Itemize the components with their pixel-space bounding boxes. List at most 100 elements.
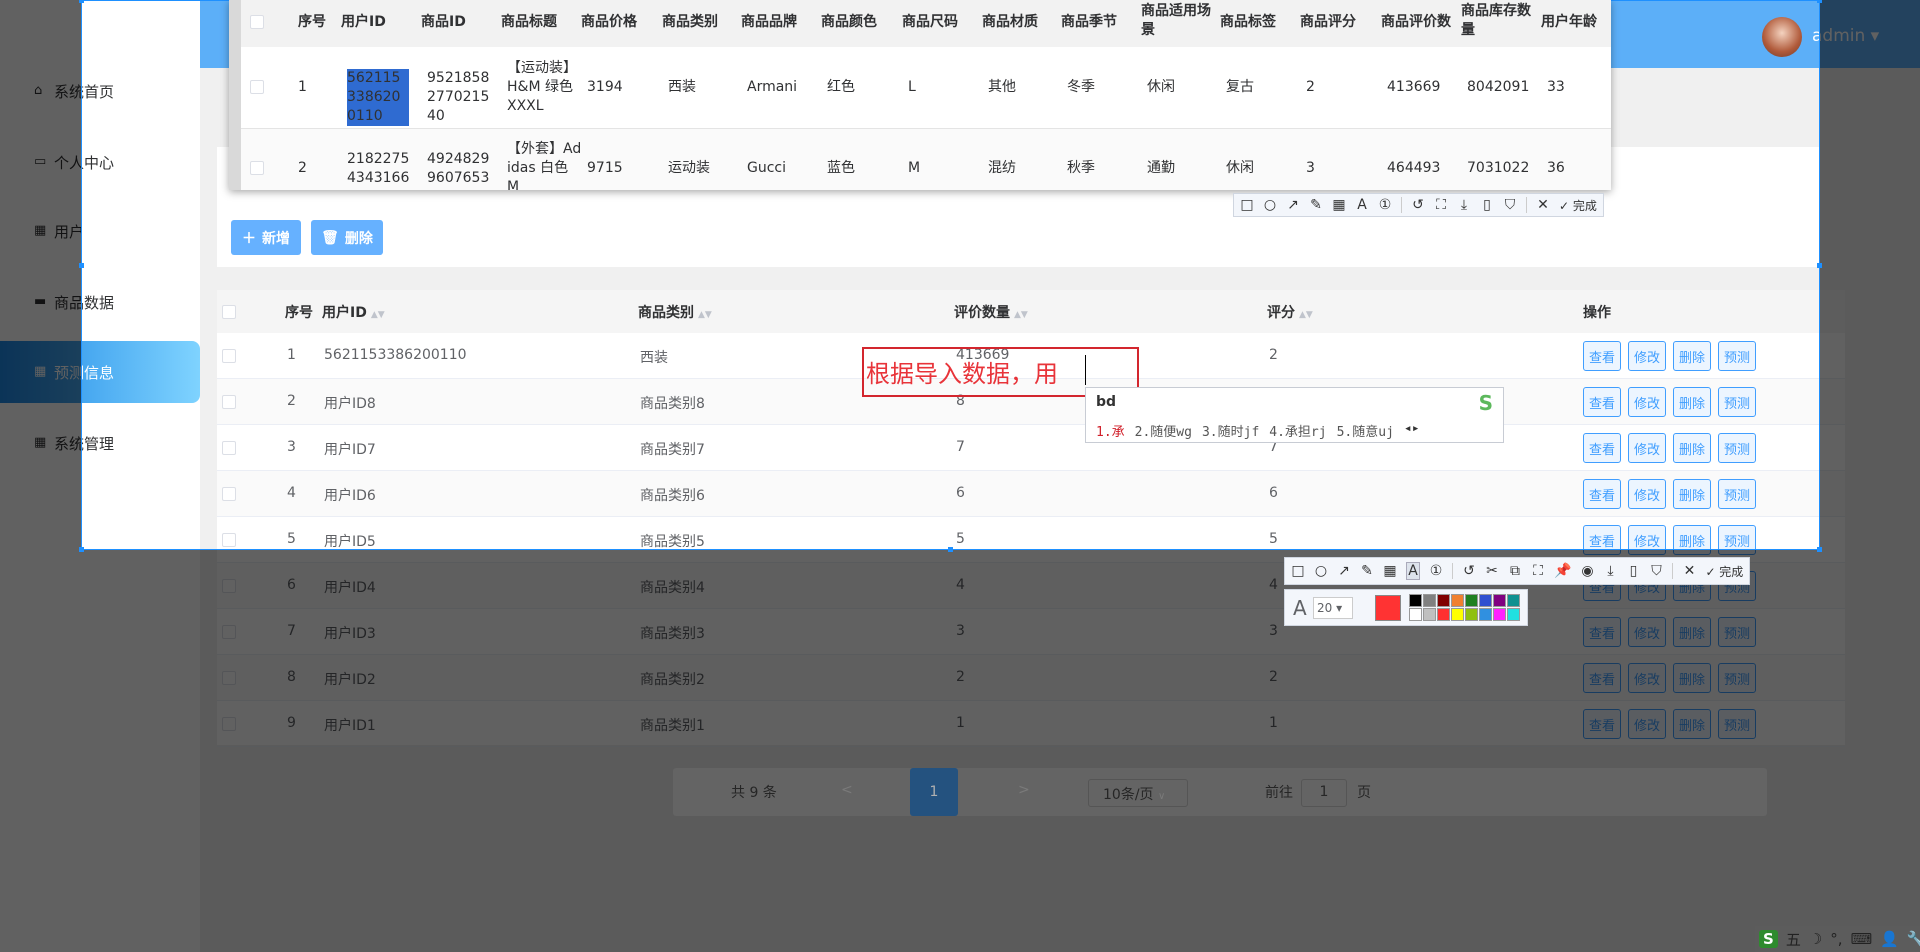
edit-button[interactable]: 修改 — [1628, 617, 1666, 647]
ime-candidate[interactable]: 4.承担rj — [1269, 421, 1326, 440]
tool-icon[interactable]: ⛉ — [1503, 197, 1517, 213]
cell: 2 — [1306, 79, 1315, 95]
cell: 33 — [1547, 79, 1565, 95]
palette-swatch[interactable] — [1423, 594, 1436, 607]
view-button[interactable]: 查看 — [1583, 663, 1621, 693]
annotation-text[interactable]: 根据导入数据，用 — [866, 354, 1058, 389]
edit-button[interactable]: 修改 — [1628, 663, 1666, 693]
tool-icon[interactable]: ✕ — [1682, 563, 1696, 579]
page-unit: 页 — [1357, 785, 1371, 801]
page-size-select[interactable]: 10条/页 ∨ — [1088, 779, 1188, 807]
tool-icon[interactable]: ✕ — [1536, 197, 1550, 213]
palette-swatch[interactable] — [1465, 608, 1478, 621]
tray-icon[interactable]: S — [1759, 930, 1778, 948]
font-size-select[interactable]: 20 ▾ — [1313, 597, 1353, 619]
palette-swatch[interactable] — [1493, 608, 1506, 621]
tray-icon[interactable]: ☽ — [1809, 930, 1822, 948]
ime-candidate[interactable]: 2.随便wg — [1135, 421, 1192, 440]
tool-icon[interactable]: A — [1406, 562, 1420, 580]
column-header: 商品标签 — [1220, 14, 1276, 30]
palette-swatch[interactable] — [1437, 594, 1450, 607]
tool-icon[interactable]: ◉ — [1580, 563, 1594, 579]
tool-icon[interactable]: ▦ — [1332, 197, 1346, 213]
done-button[interactable]: ✓ 完成 — [1705, 563, 1743, 580]
tool-icon[interactable]: ⛉ — [1649, 563, 1663, 579]
palette-swatch[interactable] — [1507, 594, 1520, 607]
palette-swatch[interactable] — [1409, 594, 1422, 607]
user-menu[interactable]: admin ▾ — [1812, 26, 1879, 46]
tray-icon[interactable]: 👤 — [1880, 930, 1899, 948]
row-checkbox[interactable] — [250, 161, 264, 175]
tool-icon[interactable]: ⤓ — [1457, 197, 1471, 213]
tool-icon[interactable]: ✂ — [1485, 563, 1499, 579]
tool-icon[interactable]: □ — [1240, 197, 1254, 213]
tool-icon[interactable]: ✎ — [1309, 197, 1323, 213]
tool-icon[interactable]: ⤓ — [1603, 563, 1617, 579]
tool-icon[interactable]: ⛶ — [1434, 197, 1448, 213]
current-color[interactable] — [1375, 595, 1401, 621]
tool-icon[interactable]: ⧉ — [1508, 563, 1522, 579]
palette-swatch[interactable] — [1507, 608, 1520, 621]
row-checkbox[interactable] — [222, 671, 236, 685]
ime-next-page-icon[interactable]: ◂▸ — [1404, 421, 1420, 440]
page-1[interactable]: 1 — [910, 768, 958, 816]
done-button[interactable]: ✓ 完成 — [1559, 197, 1597, 214]
predict-button[interactable]: 预测 — [1718, 663, 1756, 693]
tool-icon[interactable]: A — [1355, 197, 1369, 213]
view-button[interactable]: 查看 — [1583, 709, 1621, 739]
cell: 3 — [1269, 623, 1278, 639]
tool-icon[interactable]: ▯ — [1626, 563, 1640, 579]
tool-icon[interactable]: ↗ — [1337, 563, 1351, 579]
tool-icon[interactable]: □ — [1291, 563, 1305, 579]
palette-swatch[interactable] — [1479, 608, 1492, 621]
ime-candidate[interactable]: 1.承 — [1096, 421, 1125, 440]
view-button[interactable]: 查看 — [1583, 617, 1621, 647]
palette-swatch[interactable] — [1437, 608, 1450, 621]
tool-icon[interactable]: ○ — [1314, 563, 1328, 579]
column-header: 商品类别 — [662, 14, 718, 30]
cell: 36 — [1547, 160, 1565, 176]
palette-swatch[interactable] — [1493, 594, 1506, 607]
predict-button[interactable]: 预测 — [1718, 617, 1756, 647]
row-checkbox[interactable] — [250, 80, 264, 94]
palette-swatch[interactable] — [1451, 608, 1464, 621]
tool-icon[interactable]: ○ — [1263, 197, 1277, 213]
tool-icon[interactable]: ▦ — [1383, 563, 1397, 579]
delete-button[interactable]: 删除 — [1673, 663, 1711, 693]
tool-icon[interactable]: 📌 — [1554, 563, 1571, 579]
palette-swatch[interactable] — [1409, 608, 1422, 621]
tray-icon[interactable]: ⌨ — [1851, 930, 1873, 948]
tool-icon[interactable]: ⛶ — [1531, 563, 1545, 579]
palette-swatch[interactable] — [1451, 594, 1464, 607]
delete-button[interactable]: 删除 — [1673, 709, 1711, 739]
cell: 464493 — [1387, 160, 1441, 176]
prev-page[interactable]: < — [841, 782, 853, 798]
tray-icon[interactable]: 🔧 — [1907, 930, 1920, 948]
column-header: 商品颜色 — [821, 14, 877, 30]
ime-candidate[interactable]: 5.随意uj — [1337, 421, 1394, 440]
tool-icon[interactable]: ① — [1429, 563, 1443, 579]
tool-icon[interactable]: ↺ — [1411, 197, 1425, 213]
palette-swatch[interactable] — [1465, 594, 1478, 607]
grid-icon: ▦ — [34, 435, 47, 450]
tool-icon[interactable]: ✎ — [1360, 563, 1374, 579]
delete-button[interactable]: 删除 — [1673, 617, 1711, 647]
predict-button[interactable]: 预测 — [1718, 709, 1756, 739]
pinned-table-screenshot[interactable]: 序号 用户ID 商品ID 商品标题 商品价格 商品类别 商品品牌 商品颜色 商品尺码 商品材质 商品… — [229, 0, 1611, 190]
tool-icon[interactable]: ▯ — [1480, 197, 1494, 213]
goto-input[interactable]: 1 — [1301, 779, 1347, 807]
tool-icon[interactable]: ① — [1378, 197, 1392, 213]
tool-icon[interactable]: ↺ — [1462, 563, 1476, 579]
row-checkbox[interactable] — [222, 579, 236, 593]
ime-candidate[interactable]: 3.随时jf — [1202, 421, 1259, 440]
row-checkbox[interactable] — [222, 717, 236, 731]
tray-icon[interactable]: 五 — [1786, 929, 1801, 950]
palette-swatch[interactable] — [1423, 608, 1436, 621]
next-page[interactable]: > — [1018, 782, 1030, 798]
tray-icon[interactable]: °, — [1830, 930, 1842, 948]
row-checkbox[interactable] — [222, 625, 236, 639]
palette-swatch[interactable] — [1479, 594, 1492, 607]
edit-button[interactable]: 修改 — [1628, 709, 1666, 739]
tool-icon[interactable]: ↗ — [1286, 197, 1300, 213]
select-all-checkbox[interactable] — [250, 15, 264, 29]
